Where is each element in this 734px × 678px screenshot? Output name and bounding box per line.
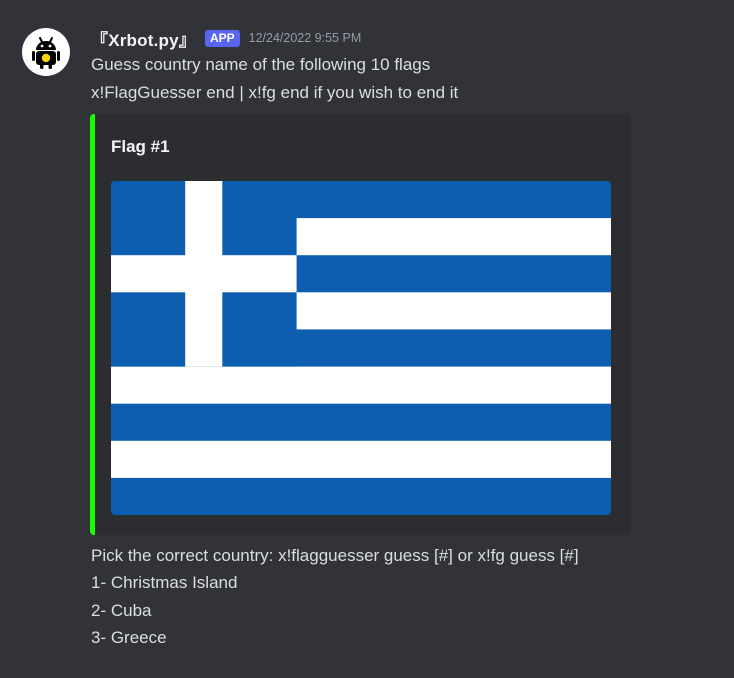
app-badge: APP bbox=[204, 29, 240, 47]
option-item: 3- Greece bbox=[91, 628, 167, 647]
message-header: 『Xrbot.py』 APP 12/24/2022 9:55 PM bbox=[91, 26, 361, 50]
bot-avatar[interactable] bbox=[22, 28, 70, 76]
chat-message: 『Xrbot.py』 APP 12/24/2022 9:55 PM Guess … bbox=[0, 0, 734, 678]
message-line: Guess country name of the following 10 f… bbox=[91, 55, 431, 74]
instruction-line: Pick the correct country: x!flagguesser … bbox=[91, 546, 579, 565]
message-line: x!FlagGuesser end | x!fg end if you wish… bbox=[91, 83, 459, 102]
option-item: 2- Cuba bbox=[91, 601, 152, 620]
message-timestamp[interactable]: 12/24/2022 9:55 PM bbox=[249, 31, 362, 45]
author-name[interactable]: 『Xrbot.py』 bbox=[91, 26, 196, 51]
flag-embed: Flag #1 bbox=[90, 114, 631, 535]
embed-title: Flag #1 bbox=[111, 137, 170, 156]
flag-greece-image[interactable] bbox=[111, 181, 611, 515]
option-item: 1- Christmas Island bbox=[91, 573, 238, 592]
android-robot-icon bbox=[32, 37, 60, 69]
